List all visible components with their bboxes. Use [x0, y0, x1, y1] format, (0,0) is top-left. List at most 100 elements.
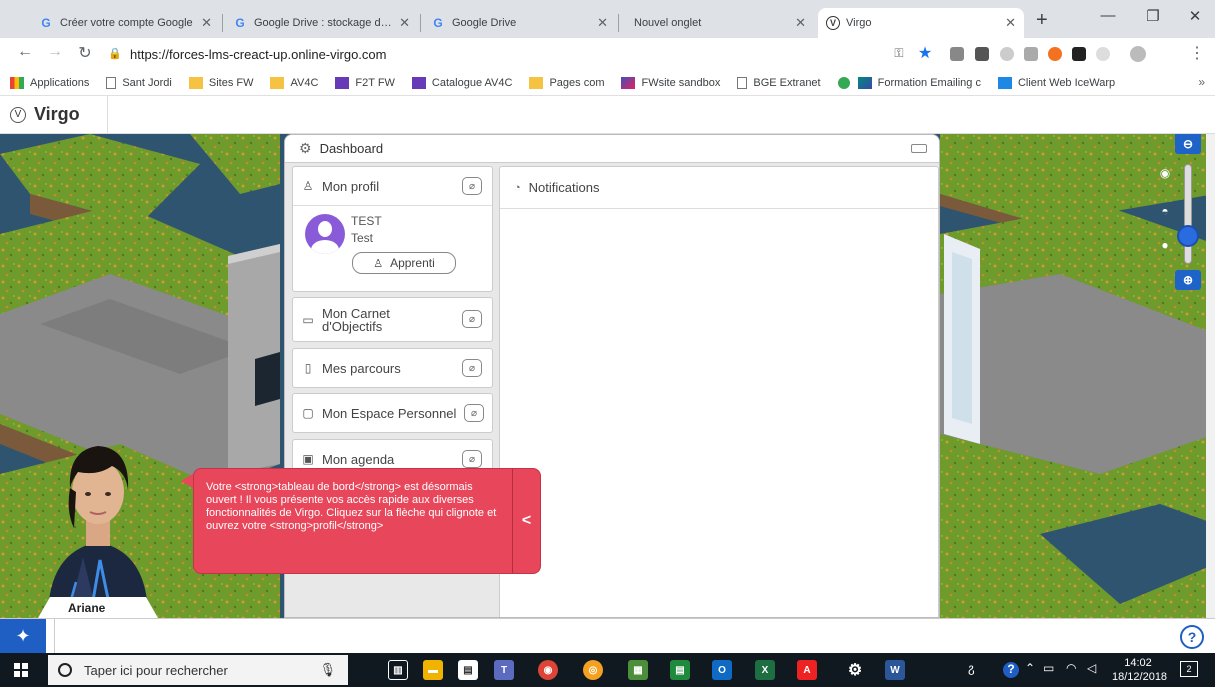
bookmark-item[interactable]: Sant Jordi — [106, 76, 172, 89]
back-icon[interactable]: ← — [14, 43, 36, 61]
new-tab-icon[interactable]: + — [1036, 9, 1048, 32]
restore-icon[interactable]: ❐ — [1138, 7, 1168, 25]
bookmark-item[interactable]: Catalogue AV4C — [411, 76, 512, 89]
settings-gear-icon[interactable]: ⚙ — [845, 660, 865, 680]
menu-dots-icon[interactable]: ⋮ — [1186, 43, 1208, 63]
google-icon: G — [41, 16, 51, 30]
excel-icon[interactable]: X — [755, 660, 775, 680]
reload-icon[interactable]: ↻ — [74, 43, 96, 63]
close-icon[interactable]: ✕ — [1005, 15, 1016, 31]
extension-icon[interactable] — [975, 47, 989, 61]
star-icon[interactable]: ★ — [914, 43, 936, 63]
open-link-icon[interactable]: ⌀ — [462, 310, 482, 328]
notification-center-icon[interactable]: 2 — [1180, 661, 1198, 677]
store-icon[interactable]: ▤ — [458, 660, 478, 680]
puzzle-icon[interactable]: ✦ — [0, 619, 46, 653]
card-espace-personnel[interactable]: ▢ Mon Espace Personnel ⌀ — [292, 393, 493, 433]
browser-tab[interactable]: G Google Drive ✕ — [422, 8, 616, 38]
open-link-icon[interactable]: ⌀ — [464, 404, 484, 422]
profile-avatar-icon[interactable] — [1130, 46, 1146, 62]
bookmark-item[interactable]: Pages com — [529, 76, 604, 89]
collapse-arrow-button[interactable]: < — [512, 469, 540, 573]
help-tray-icon[interactable]: ? — [1003, 662, 1019, 678]
key-icon[interactable]: ⚿ — [888, 46, 910, 61]
vertical-scrollbar[interactable] — [1206, 134, 1215, 618]
chevron-up-icon[interactable]: ⌃ — [1025, 661, 1035, 675]
bookmark-item[interactable]: F2T FW — [335, 76, 395, 89]
clock-time: 14:02 — [1124, 657, 1152, 669]
folder-icon — [270, 76, 285, 89]
people-icon[interactable]: ჷ — [968, 661, 975, 675]
browser-tab[interactable]: G Google Drive : stockage de fichiers ✕ — [224, 8, 418, 38]
close-icon[interactable]: ✕ — [795, 15, 806, 31]
task-view-icon[interactable]: ▥ — [388, 660, 408, 680]
chrome-icon[interactable]: ◉ — [538, 660, 558, 680]
card-header: ▢ Mon Espace Personnel ⌀ — [293, 394, 492, 432]
forward-icon[interactable]: → — [44, 43, 66, 61]
browser-tab[interactable]: Nouvel onglet ✕ — [620, 8, 814, 38]
battery-icon[interactable]: ▭ — [1043, 661, 1054, 675]
minimize-icon[interactable]: — — [1093, 7, 1123, 24]
minimize-button[interactable] — [911, 144, 927, 153]
word-icon[interactable]: W — [885, 660, 905, 680]
outlook-icon[interactable]: O — [712, 660, 732, 680]
help-icon[interactable]: ? — [1180, 625, 1204, 649]
card-carnet-objectifs[interactable]: ▭ Mon Carnet d'Objectifs ⌀ — [292, 297, 493, 342]
wifi-icon[interactable]: ◠ — [1066, 661, 1076, 675]
close-icon[interactable]: ✕ — [597, 15, 608, 31]
volume-icon[interactable]: ◁ — [1087, 661, 1096, 675]
bubble-tail — [181, 474, 193, 488]
close-icon[interactable]: ✕ — [201, 15, 212, 31]
microphone-icon[interactable]: 🎙 — [319, 662, 336, 678]
extension-icon[interactable] — [950, 47, 964, 61]
taskbar-clock[interactable]: 14:02 18/12/2018 — [1112, 656, 1168, 684]
virgo-logo[interactable]: V Virgo — [10, 104, 80, 125]
open-link-icon[interactable]: ⌀ — [462, 450, 482, 468]
bookmark-item[interactable]: FWsite sandbox — [621, 76, 720, 89]
close-window-icon[interactable]: ✕ — [1180, 7, 1210, 25]
open-link-icon[interactable]: ⌀ — [462, 177, 482, 195]
taskbar-search-input[interactable]: Taper ici pour rechercher 🎙 — [48, 655, 348, 685]
bookmark-item[interactable]: Applications — [10, 76, 89, 89]
browser-tab[interactable]: G Créer votre compte Google ✕ — [30, 8, 220, 38]
bookmarks-more-icon[interactable]: » — [1198, 75, 1205, 89]
profile-card-header[interactable]: ♙ Mon profil ⌀ — [293, 167, 492, 205]
role-button[interactable]: ♙ Apprenti — [352, 252, 456, 274]
windows-taskbar: Taper ici pour rechercher 🎙 ▥ ▬ ▤ T ◉ ◎ … — [0, 653, 1215, 687]
zoom-out-icon[interactable]: ⊖ — [1175, 134, 1201, 154]
app-green-icon[interactable]: ▦ — [628, 660, 648, 680]
person-icon[interactable]: ● — [1158, 238, 1172, 252]
bookmark-item[interactable]: Client Web IceWarp — [997, 76, 1115, 89]
browser-tab-active[interactable]: V Virgo ✕ — [818, 8, 1024, 38]
extension-icon[interactable] — [1000, 47, 1014, 61]
app-orange-icon[interactable]: ◎ — [583, 660, 603, 680]
address-bar[interactable]: 🔒 https://forces-lms-creact-up.online-vi… — [108, 42, 908, 66]
bookmark-item[interactable]: Formation Emailing c — [857, 76, 981, 89]
bookmark-item[interactable]: AV4C — [270, 76, 318, 89]
bookmarks-bar: Applications Sant Jordi Sites FW AV4C F2… — [0, 70, 1215, 96]
zoom-slider-knob[interactable] — [1177, 225, 1199, 247]
open-link-icon[interactable]: ⌀ — [462, 359, 482, 377]
zoom-slider[interactable] — [1177, 164, 1199, 264]
notifications-header: ◔ Notifications — [500, 167, 938, 209]
sheets-icon[interactable]: ▤ — [670, 660, 690, 680]
close-icon[interactable]: ✕ — [399, 15, 410, 31]
teams-icon[interactable]: T — [494, 660, 514, 680]
eye-icon[interactable]: ◓ — [1158, 204, 1172, 218]
tab-separator — [222, 14, 223, 32]
extension-icon[interactable] — [1072, 47, 1086, 61]
card-mes-parcours[interactable]: ▯ Mes parcours ⌀ — [292, 348, 493, 388]
bookmark-item[interactable] — [837, 76, 850, 89]
extension-icon[interactable] — [1024, 47, 1038, 61]
bookmark-item[interactable]: BGE Extranet — [737, 76, 821, 89]
clock-date: 18/12/2018 — [1112, 671, 1168, 683]
extension-icon[interactable] — [1048, 47, 1062, 61]
extension-icon[interactable] — [1096, 47, 1110, 61]
acrobat-icon[interactable]: A — [797, 660, 817, 680]
page-icon — [737, 76, 748, 89]
bookmark-item[interactable]: Sites FW — [188, 76, 253, 89]
file-explorer-icon[interactable]: ▬ — [423, 660, 443, 680]
globe-icon[interactable]: ◉ — [1158, 166, 1172, 180]
zoom-in-icon[interactable]: ⊕ — [1175, 270, 1201, 290]
windows-start-icon[interactable] — [14, 663, 28, 677]
